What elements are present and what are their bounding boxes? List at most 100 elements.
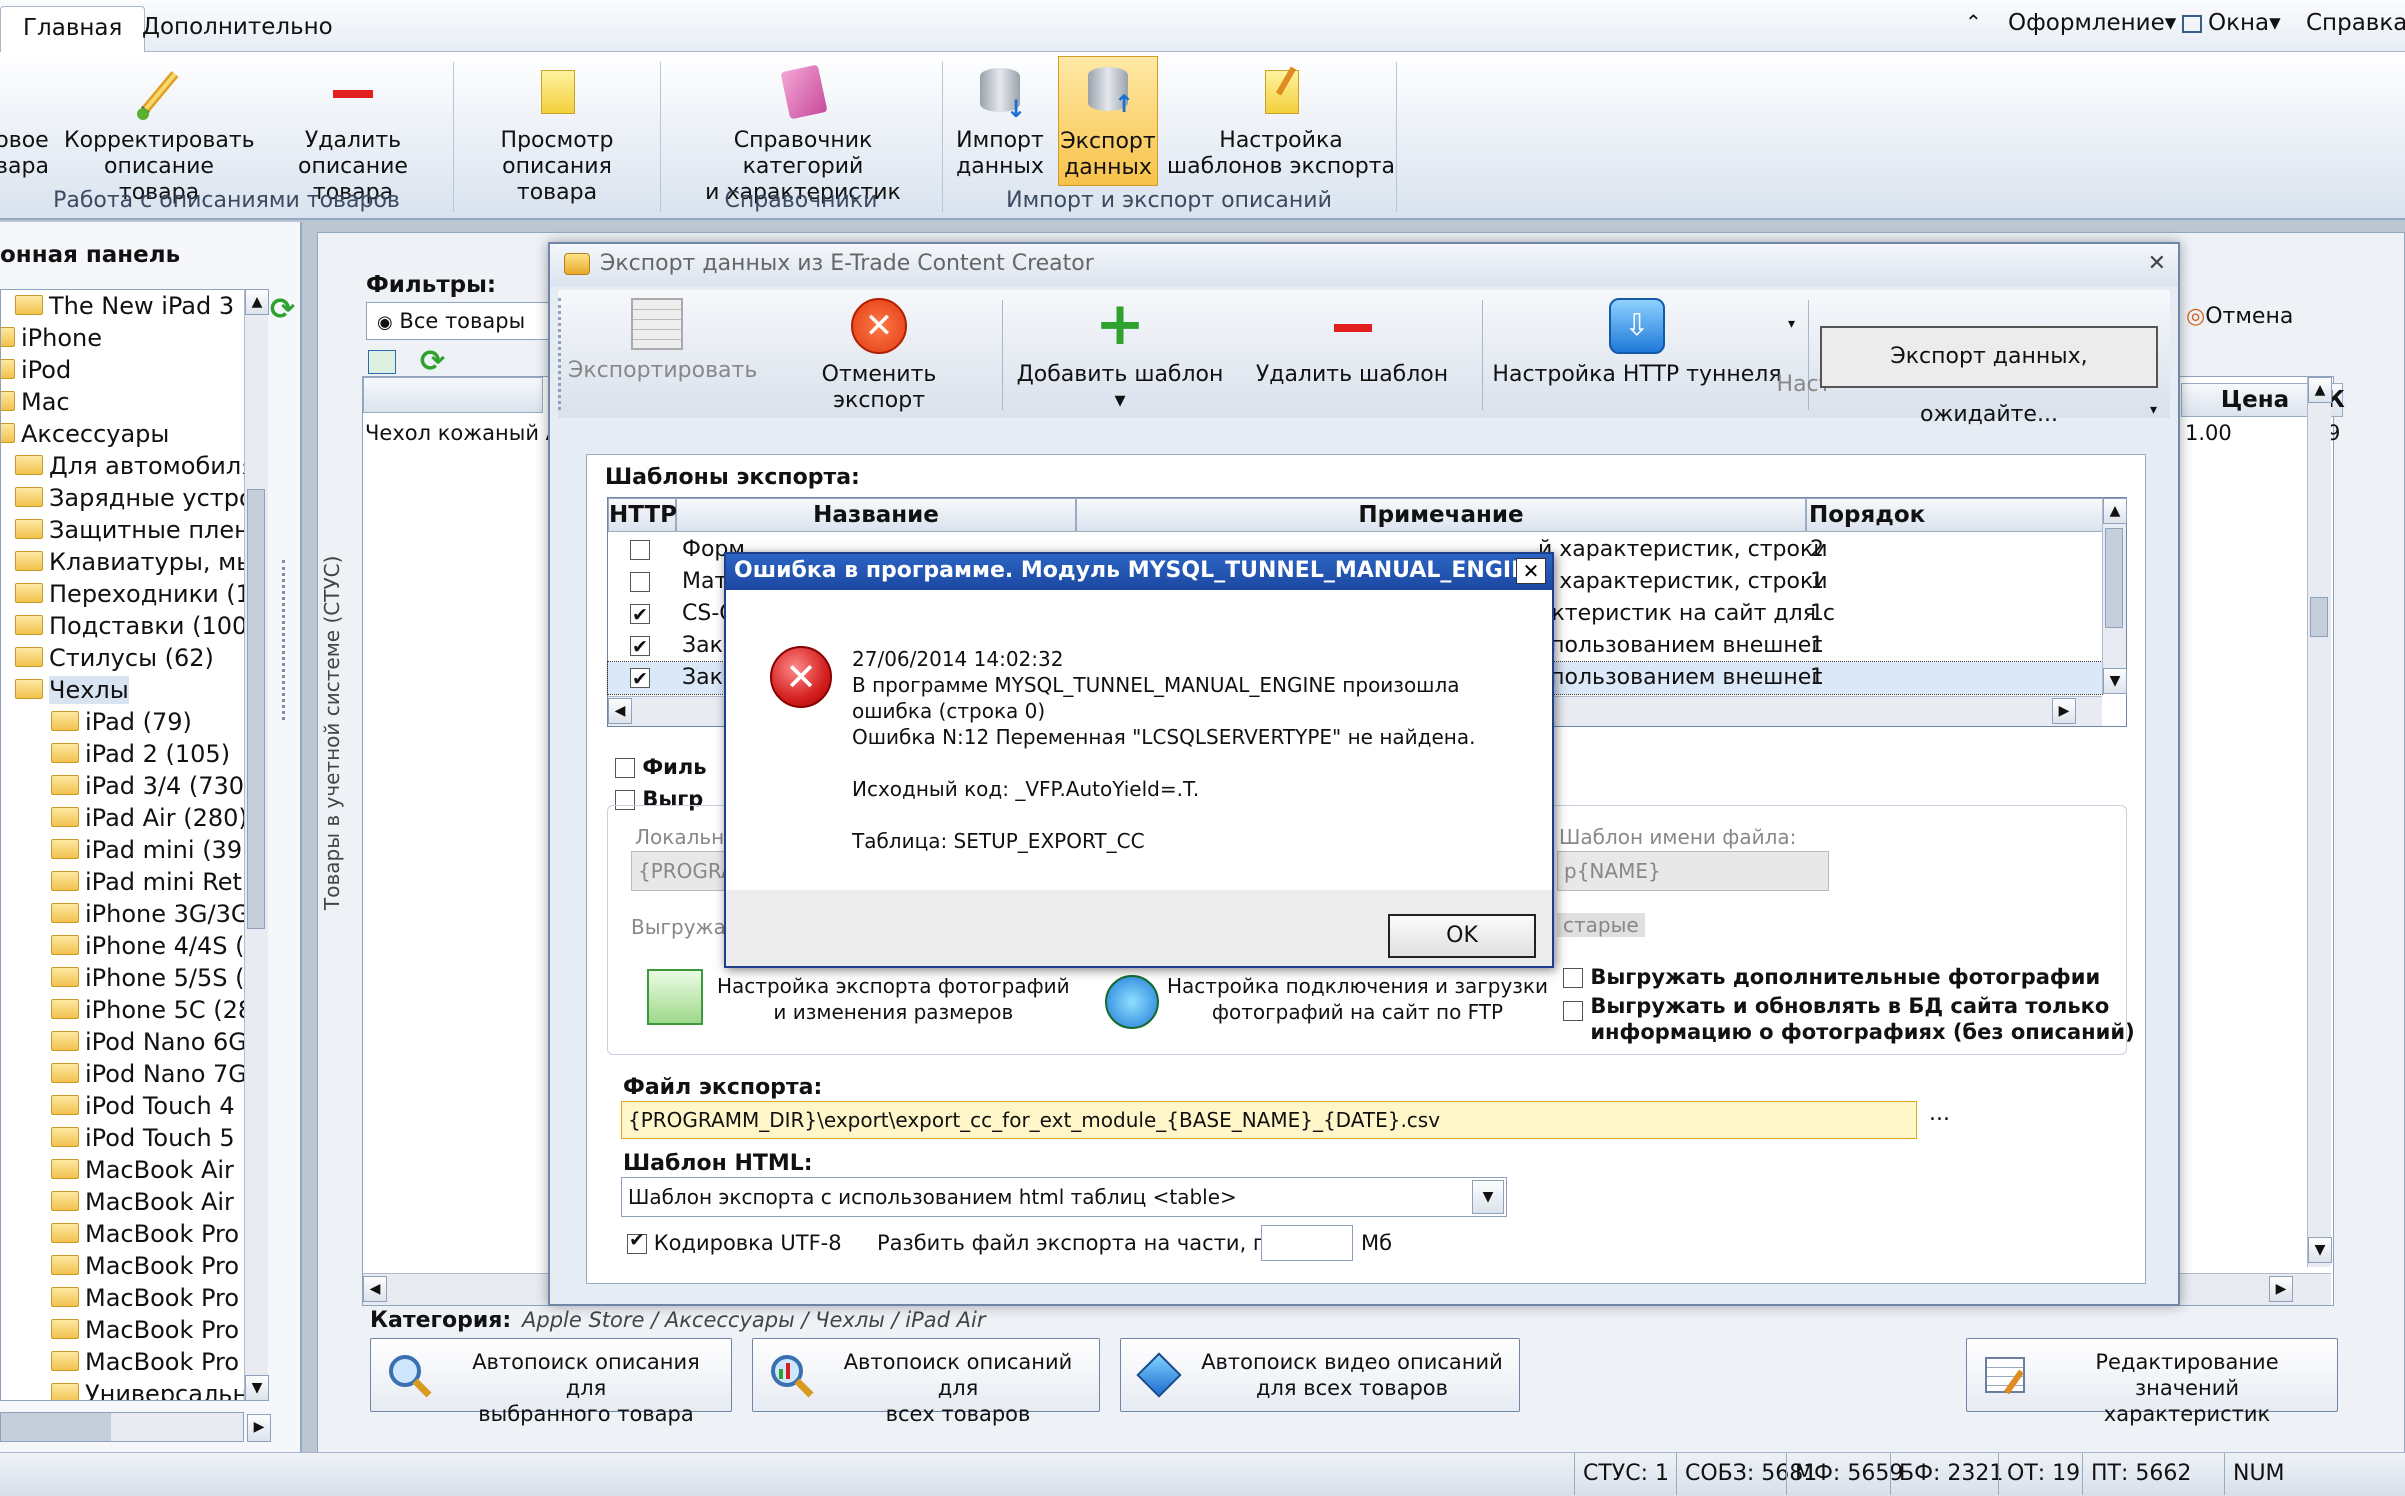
grid-vertical-scrollbar[interactable]: ▲ ▼: [2307, 377, 2332, 1267]
http-checkbox[interactable]: [630, 663, 650, 695]
close-icon[interactable]: ✕: [2148, 244, 2166, 284]
grid-cell-name[interactable]: Чехол кожаный А: [365, 421, 560, 445]
scroll-down-arrow[interactable]: ▼: [2103, 668, 2127, 694]
scroll-thumb[interactable]: [247, 489, 265, 929]
column-header[interactable]: [363, 377, 543, 413]
export-button[interactable]: Экспортировать: [568, 290, 757, 384]
templates-vertical-scrollbar[interactable]: ▲ ▼: [2102, 498, 2127, 694]
tree-item[interactable]: iPad Air (280): [51, 802, 248, 834]
tree-item[interactable]: Переходники (1: [15, 578, 251, 610]
tree-item[interactable]: iPad (79): [51, 706, 192, 738]
filter-all-radio[interactable]: ◉ Все товары: [366, 302, 556, 340]
col-http[interactable]: HTTP: [608, 498, 677, 532]
delete-description-button[interactable]: Удалить описание товара: [258, 62, 448, 206]
col-order[interactable]: Порядок: [1806, 498, 2106, 532]
scroll-right-arrow[interactable]: ▶: [247, 1414, 271, 1442]
scroll-down-arrow[interactable]: ▼: [2308, 1237, 2332, 1263]
tree-item[interactable]: Аксессуары: [1, 418, 169, 450]
tree-item[interactable]: Универсальн: [51, 1378, 248, 1400]
autosearch-selected-button[interactable]: Автопоиск описания для выбранного товара: [370, 1338, 732, 1426]
tree-item[interactable]: Подставки (100): [15, 610, 251, 642]
edit-description-button[interactable]: Корректировать описание товара: [64, 62, 255, 206]
scroll-thumb[interactable]: [2310, 597, 2328, 637]
tree-item[interactable]: iPhone 5C (28: [51, 994, 251, 1026]
scroll-down-arrow[interactable]: ▼: [245, 1375, 269, 1401]
export-templates-button[interactable]: Настройка шаблонов экспорта: [1166, 62, 1396, 180]
menu-windows[interactable]: Окна▾: [2182, 10, 2281, 36]
tab-additional[interactable]: Дополнительно: [120, 6, 355, 52]
tree-item[interactable]: iPhone: [1, 322, 102, 354]
tree-item[interactable]: Mac: [1, 386, 70, 418]
tree-item[interactable]: iPhone 5/5S (: [51, 962, 245, 994]
catalog-button[interactable]: Справочник категорий и характеристик: [670, 62, 936, 206]
tree-vertical-scrollbar[interactable]: ▲ ▼: [244, 289, 269, 1401]
category-tree[interactable]: The New iPad 3 iPhone iPod Mac Аксессуары Для…: [0, 289, 252, 1401]
tree-horizontal-scrollbar[interactable]: ▶: [0, 1412, 271, 1442]
http-checkbox[interactable]: [630, 631, 650, 663]
scroll-up-arrow[interactable]: ▲: [2103, 498, 2127, 524]
tree-item[interactable]: iPod Touch 5: [51, 1122, 235, 1154]
scroll-left-arrow[interactable]: ◀: [608, 698, 632, 724]
tree-item[interactable]: iPhone 4/4S (: [51, 930, 245, 962]
tree-item[interactable]: iPad 3/4 (730: [51, 770, 244, 802]
autosearch-all-button[interactable]: Автопоиск описаний для всех товаров: [752, 1338, 1100, 1426]
tree-item[interactable]: MacBook Air 1: [51, 1154, 251, 1186]
tree-item[interactable]: The New iPad 3: [15, 290, 234, 322]
scroll-right-arrow[interactable]: ▶: [2052, 698, 2076, 724]
ftp-settings-link[interactable]: Настройка подключения и загрузки фотограф…: [1167, 973, 1548, 1025]
menu-help[interactable]: Справка▾: [2306, 10, 2405, 36]
tree-item[interactable]: iPod: [1, 354, 71, 386]
extra-photos-checkbox[interactable]: Выгружать дополнительные фотографии: [1563, 965, 2100, 989]
http-tunnel-settings-button[interactable]: ⇩ Настройка HTTP туннеля: [1492, 290, 1782, 388]
grid-cell-price[interactable]: 1.00: [2185, 421, 2232, 445]
scroll-thumb[interactable]: [1, 1413, 111, 1441]
utf8-checkbox[interactable]: Кодировка UTF-8: [627, 1229, 842, 1255]
browse-file-button[interactable]: ...: [1929, 1101, 1950, 1126]
add-template-button[interactable]: + Добавить шаблон ▾: [1010, 290, 1230, 414]
tree-item[interactable]: Стилусы (62): [15, 642, 214, 674]
ok-button[interactable]: OK: [1388, 914, 1536, 958]
close-icon[interactable]: ✕: [1516, 558, 1546, 584]
tree-item[interactable]: iPhone 3G/3G: [51, 898, 249, 930]
tree-item[interactable]: iPod Nano 6G: [51, 1026, 247, 1058]
refresh-icon[interactable]: ⟳: [420, 344, 445, 379]
chevron-down-icon[interactable]: ▼: [1472, 1180, 1504, 1214]
refresh-icon[interactable]: ⟳: [270, 292, 295, 327]
cancel-export-button[interactable]: ✕ Отменить экспорт: [784, 290, 974, 414]
tree-item[interactable]: MacBook Pro: [51, 1282, 239, 1314]
scroll-right-arrow[interactable]: ▶: [2269, 1276, 2293, 1302]
edit-characteristics-button[interactable]: Редактирование значений характеристик: [1966, 1338, 2338, 1426]
http-checkbox[interactable]: [630, 540, 650, 560]
tree-item[interactable]: Зарядные устрой: [15, 482, 251, 514]
new-item-button[interactable]: овое вара: [0, 62, 54, 180]
scroll-up-arrow[interactable]: ▲: [245, 289, 269, 315]
html-template-select[interactable]: Шаблон экспорта с использованием html та…: [621, 1177, 1507, 1217]
photo-settings-link[interactable]: Настройка экспорта фотографий и изменения…: [717, 973, 1070, 1025]
tree-item[interactable]: iPad mini Retin: [51, 866, 251, 898]
tree-item[interactable]: MacBook Pro: [51, 1346, 239, 1378]
tree-item[interactable]: iPad 2 (105): [51, 738, 230, 770]
toolbar-overflow-icon[interactable]: ▾: [2150, 402, 2157, 418]
tree-item[interactable]: MacBook Pro: [51, 1218, 239, 1250]
scroll-left-arrow[interactable]: ◀: [363, 1276, 387, 1302]
dropdown-arrow-icon[interactable]: ▾: [1788, 316, 1795, 332]
export-data-button[interactable]: ↑ Экспорт данных: [1058, 56, 1158, 186]
filter-checkbox[interactable]: Филь: [615, 755, 707, 779]
http-checkbox[interactable]: [630, 599, 650, 631]
export-file-field[interactable]: {PROGRAMM_DIR}\export\export_cc_for_ext_…: [621, 1101, 1917, 1139]
tree-item[interactable]: MacBook Pro: [51, 1250, 239, 1282]
menu-style[interactable]: Оформление▾: [2008, 10, 2176, 36]
autosearch-video-button[interactable]: Автопоиск видео описаний для всех товаров: [1120, 1338, 1520, 1412]
toolbar-grip[interactable]: [558, 298, 562, 410]
file-template-field[interactable]: p{NAME}: [1557, 851, 1829, 891]
caret-up-icon[interactable]: ⌃: [1965, 10, 1982, 34]
delete-template-button[interactable]: Удалить шаблон: [1232, 290, 1472, 388]
tree-item[interactable]: Для автомобиля: [15, 450, 251, 482]
col-name[interactable]: Название: [676, 498, 1076, 532]
tree-item[interactable]: iPod Touch 4: [51, 1090, 235, 1122]
tree-item[interactable]: iPad mini (397: [51, 834, 251, 866]
split-size-input[interactable]: [1261, 1225, 1353, 1261]
tree-item[interactable]: iPod Nano 7G: [51, 1058, 247, 1090]
col-note[interactable]: Примечание: [1076, 498, 1806, 532]
tree-item[interactable]: Защитные пленк: [15, 514, 251, 546]
